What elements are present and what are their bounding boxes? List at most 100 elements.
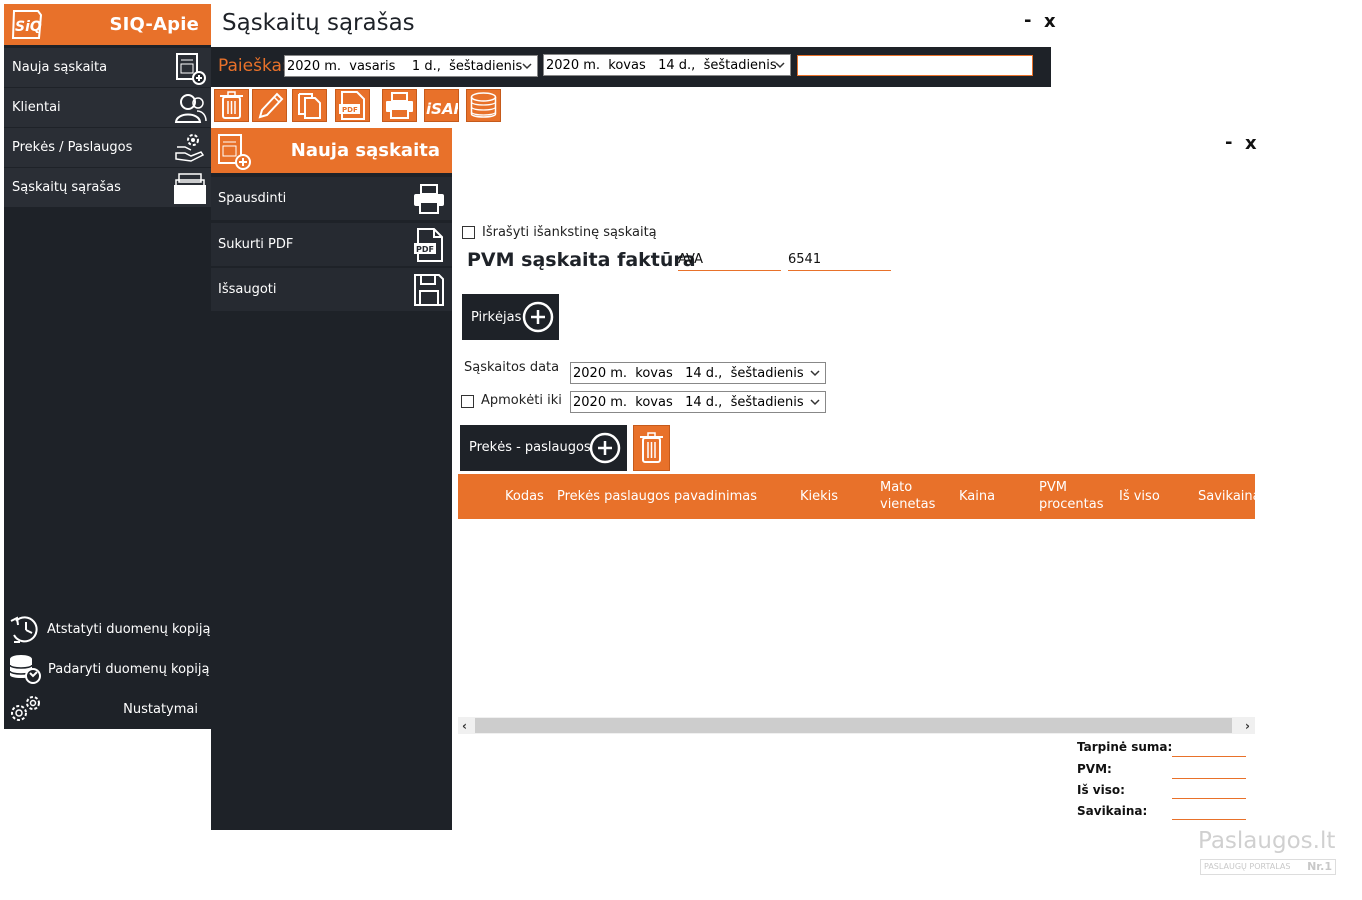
invoice-number-value: 6541	[788, 252, 822, 267]
scrollbar-thumb[interactable]	[475, 718, 1232, 733]
sidebar-bottom-label: Nustatymai	[123, 702, 198, 717]
new-invoice-icon	[216, 132, 252, 170]
invoice-number-input[interactable]: 6541	[788, 251, 891, 271]
column-header-name[interactable]: Prekės paslaugos pavadinimas	[557, 488, 757, 505]
date-to-picker[interactable]: 2020 m. kovas 14 d., šeštadienis	[543, 54, 791, 76]
invoice-date-label: Sąskaitos data	[464, 360, 560, 375]
panel-item-label: Spausdinti	[218, 191, 287, 206]
date-from-picker[interactable]: 2020 m. vasaris 1 d., šeštadienis	[284, 55, 538, 77]
sidebar-item-label: Klientai	[12, 100, 61, 115]
horizontal-scrollbar[interactable]: ‹ ›	[458, 717, 1255, 734]
create-backup-icon	[8, 653, 42, 685]
delete-item-button[interactable]	[633, 425, 670, 471]
cost-value-line	[1172, 819, 1246, 820]
scroll-left-icon[interactable]: ‹	[462, 719, 467, 733]
column-header-label: Iš viso	[1119, 489, 1160, 504]
pdf-icon: PDF	[336, 90, 369, 121]
panel-minimize-button[interactable]: -	[1225, 132, 1232, 153]
column-header-unit[interactable]: Mato vienetas	[880, 479, 935, 513]
sidebar-item-settings[interactable]: Nustatymai	[4, 690, 211, 728]
column-header-label: Prekės paslaugos pavadinimas	[557, 489, 758, 504]
print-button[interactable]	[382, 89, 417, 122]
panel-item-label: Išsaugoti	[218, 282, 277, 297]
close-button[interactable]: x	[1044, 11, 1056, 32]
column-header-label: PVM	[1039, 480, 1067, 495]
svg-text:PDF: PDF	[342, 106, 358, 114]
advance-invoice-checkbox[interactable]	[462, 226, 475, 239]
pdf-file-icon: PDF	[412, 227, 446, 263]
print-icon	[383, 90, 416, 121]
watermark-name: Paslaugos.lt	[1198, 828, 1336, 854]
sidebar-item-label: Sąskaitų sąrašas	[12, 180, 121, 195]
date-from-value: 2020 m. vasaris 1 d., šeštadienis	[287, 59, 523, 74]
pay-until-label: Apmokėti iki	[481, 393, 562, 408]
isaf-button[interactable]: iSAF	[424, 89, 459, 122]
page-title: Sąskaitų sąrašas	[222, 10, 415, 36]
sidebar-item-create-backup[interactable]: Padaryti duomenų kopiją	[4, 650, 211, 688]
vat-label: PVM:	[1077, 762, 1112, 776]
coins-button[interactable]	[466, 89, 501, 122]
column-header-price[interactable]: Kaina	[959, 488, 995, 505]
create-pdf-button[interactable]: Sukurti PDF PDF	[211, 223, 452, 266]
invoice-list-icon	[173, 171, 207, 205]
column-header-code[interactable]: Kodas	[505, 488, 544, 505]
siq-logo-icon: SiQ	[10, 9, 44, 41]
items-table-header: Kodas Prekės paslaugos pavadinimas Kieki…	[458, 474, 1255, 519]
sidebar-item-clients[interactable]: Klientai	[4, 88, 211, 127]
chevron-down-icon	[774, 58, 786, 72]
sidebar-bottom-label: Atstatyti duomenų kopiją	[47, 622, 211, 637]
chevron-down-icon	[521, 59, 533, 73]
pay-until-date-picker[interactable]: 2020 m. kovas 14 d., šeštadienis	[570, 391, 826, 413]
invoice-date-picker[interactable]: 2020 m. kovas 14 d., šeštadienis	[570, 362, 826, 384]
save-invoice-button[interactable]: Išsaugoti	[211, 268, 452, 311]
total-value-line	[1172, 798, 1246, 799]
delete-icon	[215, 90, 248, 121]
sidebar-item-invoice-list[interactable]: Sąskaitų sąrašas	[4, 168, 211, 207]
panel-close-button[interactable]: x	[1245, 133, 1257, 154]
edit-button[interactable]	[252, 89, 287, 122]
column-header-label: Kiekis	[800, 489, 839, 504]
clients-icon	[173, 91, 207, 125]
add-items-button[interactable]: Prekės - paslaugos	[460, 425, 627, 471]
column-header-label: Kodas	[505, 489, 544, 504]
edit-icon	[253, 90, 286, 121]
isaf-icon: iSAF	[425, 90, 458, 121]
add-items-label: Prekės - paslaugos	[469, 440, 591, 455]
brand-header: SiQ SIQ-Apie	[4, 4, 211, 45]
sidebar-item-new-invoice[interactable]: Nauja sąskaita	[4, 48, 211, 87]
scroll-right-icon[interactable]: ›	[1245, 719, 1250, 733]
new-invoice-title: Nauja sąskaita	[290, 140, 440, 161]
column-header-label: Kaina	[959, 489, 996, 504]
add-buyer-label: Pirkėjas	[471, 310, 522, 325]
trash-icon	[634, 426, 669, 470]
search-input[interactable]	[797, 55, 1033, 76]
printer-icon	[412, 181, 446, 217]
pdf-button[interactable]: PDF	[335, 89, 370, 122]
sidebar: SiQ SIQ-Apie Nauja sąskaita Klientai Pre…	[4, 4, 211, 729]
pay-until-checkbox[interactable]	[461, 395, 474, 408]
svg-text:PDF: PDF	[416, 245, 434, 254]
sidebar-item-label: Nauja sąskaita	[12, 60, 108, 75]
items-table-body[interactable]	[458, 519, 1255, 717]
add-buyer-button[interactable]: Pirkėjas	[462, 294, 559, 340]
sidebar-item-restore-backup[interactable]: Atstatyti duomenų kopiją	[4, 610, 211, 648]
coins-icon	[467, 90, 500, 121]
plus-circle-icon	[588, 431, 622, 465]
watermark-subtitle-box: PASLAUGŲ PORTALAS Nr.1	[1200, 859, 1336, 875]
column-header-quantity[interactable]: Kiekis	[800, 488, 838, 505]
delete-button[interactable]	[214, 89, 249, 122]
new-invoice-icon	[173, 51, 207, 85]
invoice-series-input[interactable]: AVA	[678, 251, 781, 271]
column-header-label: vienetas	[880, 497, 936, 512]
sidebar-item-label: Prekės / Paslaugos	[12, 140, 133, 155]
chevron-down-icon	[809, 366, 821, 380]
settings-icon	[8, 693, 42, 725]
column-header-cost[interactable]: Savikaina	[1198, 488, 1255, 505]
watermark-subtitle: PASLAUGŲ PORTALAS	[1204, 862, 1291, 871]
minimize-button[interactable]: -	[1024, 10, 1031, 31]
print-invoice-button[interactable]: Spausdinti	[211, 177, 452, 220]
sidebar-item-products-services[interactable]: Prekės / Paslaugos	[4, 128, 211, 167]
column-header-vat[interactable]: PVM procentas	[1039, 479, 1104, 513]
copy-button[interactable]	[292, 89, 327, 122]
column-header-total[interactable]: Iš viso	[1119, 488, 1160, 505]
